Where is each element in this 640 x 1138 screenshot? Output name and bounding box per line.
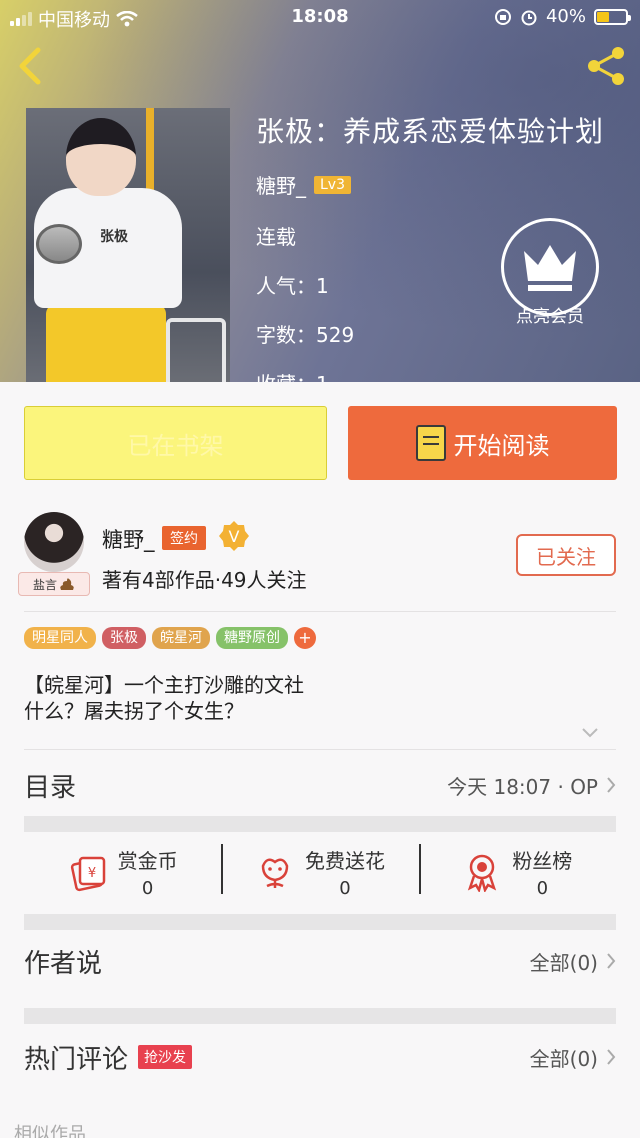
battery-icon bbox=[594, 8, 631, 25]
svg-text:¥: ¥ bbox=[88, 866, 96, 881]
fan-ranking-button[interactable]: 粉丝榜 0 bbox=[418, 830, 616, 914]
author-says-title: 作者说 bbox=[24, 948, 103, 979]
in-shelf-label: 已在书架 bbox=[127, 431, 224, 460]
flower-icon bbox=[261, 858, 289, 888]
add-tag-button[interactable]: + bbox=[294, 627, 316, 649]
red-envelope-icon: ¥ bbox=[70, 856, 105, 892]
hot-comments-title: 热门评论 bbox=[24, 1044, 129, 1075]
author-stats: 著有4部作品·49人关注 bbox=[102, 568, 307, 592]
vip-label: 点亮会员 bbox=[516, 307, 584, 327]
status-bar: 中国移动 18:08 40% bbox=[0, 0, 640, 34]
tag-item[interactable]: 糖野原创 bbox=[216, 627, 288, 649]
share-button[interactable] bbox=[584, 44, 628, 88]
tag-list: 明星同人 张极 皖星河 糖野原创 + bbox=[24, 627, 316, 649]
cover-shirt-text: 张极 bbox=[100, 229, 128, 245]
divider bbox=[24, 749, 616, 750]
book-author[interactable]: 糖野_ bbox=[256, 170, 306, 199]
hot-comments-row[interactable]: 热门评论 抢沙发 全部(0) bbox=[24, 1032, 616, 1082]
hot-comments-all: 全部(0) bbox=[529, 1046, 598, 1071]
author-card[interactable]: 盐言 糖野_ 签约 V 著有4部作品·49人关注 已关注 bbox=[0, 510, 640, 610]
tag-item[interactable]: 张极 bbox=[102, 627, 146, 649]
intro-line-2: 什么？屠夫拐了个女生？ bbox=[24, 699, 244, 723]
alarm-icon bbox=[521, 10, 537, 25]
chevron-right-icon bbox=[607, 777, 616, 793]
book-cover[interactable]: 张极 bbox=[26, 108, 230, 382]
svg-text:V: V bbox=[229, 527, 240, 546]
orientation-lock-icon bbox=[494, 8, 511, 25]
tag-item[interactable]: 皖星河 bbox=[152, 627, 210, 649]
author-says-all: 全部(0) bbox=[529, 950, 598, 975]
in-shelf-button[interactable]: 已在书架 bbox=[24, 406, 327, 480]
avatar[interactable] bbox=[24, 512, 84, 572]
divider bbox=[24, 611, 616, 612]
flower-count: 0 bbox=[339, 878, 351, 899]
start-reading-button[interactable]: 开始阅读 bbox=[348, 406, 617, 480]
action-bar: ¥ 赏金币 0 免费送花 0 粉丝榜 0 bbox=[24, 830, 616, 914]
battery-percent: 40% bbox=[545, 6, 586, 27]
section-separator bbox=[24, 914, 616, 930]
fan-ranking-count: 0 bbox=[536, 878, 549, 899]
toc-latest: 今天 18:07 · OP bbox=[447, 774, 598, 799]
poop-icon bbox=[60, 578, 74, 590]
toc-title: 目录 bbox=[24, 772, 77, 803]
follow-button[interactable]: 已关注 bbox=[516, 534, 616, 576]
reward-count: 0 bbox=[141, 878, 154, 899]
avatar-tag: 盐言 bbox=[18, 572, 90, 596]
back-button[interactable] bbox=[12, 44, 48, 88]
start-reading-label: 开始阅读 bbox=[453, 431, 550, 460]
author-name[interactable]: 糖野_ bbox=[102, 524, 155, 554]
fan-ranking-label: 粉丝榜 bbox=[512, 849, 573, 873]
book-detail-body: 已在书架 开始阅读 盐言 糖野_ 签约 V 著有4部作品·49人关注 已关注 明… bbox=[0, 382, 640, 1138]
reward-coins-button[interactable]: ¥ 赏金币 0 bbox=[24, 830, 221, 914]
follow-label: 已关注 bbox=[536, 544, 596, 569]
section-separator bbox=[24, 1008, 616, 1024]
crown-icon bbox=[524, 245, 576, 291]
medal-icon bbox=[468, 854, 497, 892]
book-icon bbox=[415, 425, 446, 461]
verified-badge-icon: V bbox=[219, 521, 249, 551]
intro-line-1: 【皖星河】一个主打沙雕的文社 bbox=[24, 673, 304, 697]
chevron-right-icon bbox=[607, 953, 616, 969]
book-title: 张极：养成系恋爱体验计划 bbox=[256, 115, 605, 148]
book-header: 中国移动 18:08 40% 张极 张极：养成系恋爱体验计划 糖野_ Lv3 连… bbox=[0, 0, 640, 382]
send-flower-button[interactable]: 免费送花 0 bbox=[221, 830, 418, 914]
book-intro[interactable]: 【皖星河】一个主打沙雕的文社 什么？屠夫拐了个女生？ bbox=[24, 672, 304, 724]
vip-button[interactable]: 点亮会员 bbox=[500, 218, 600, 327]
similar-works-title: 相似作品 bbox=[14, 1124, 86, 1138]
reward-label: 赏金币 bbox=[117, 849, 178, 873]
author-level-badge: Lv3 bbox=[314, 175, 351, 194]
author-says-row[interactable]: 作者说 全部(0) bbox=[24, 936, 616, 986]
tag-item[interactable]: 明星同人 bbox=[24, 627, 96, 649]
toc-row[interactable]: 目录 今天 18:07 · OP bbox=[24, 760, 616, 810]
signed-badge: 签约 bbox=[162, 526, 206, 550]
grab-sofa-badge: 抢沙发 bbox=[138, 1045, 193, 1069]
chevron-down-icon[interactable] bbox=[582, 728, 598, 738]
flower-label: 免费送花 bbox=[304, 849, 385, 873]
book-favorites: 收藏：1 bbox=[256, 368, 604, 382]
avatar-tag-label: 盐言 bbox=[32, 577, 57, 592]
chevron-right-icon bbox=[607, 1049, 616, 1065]
